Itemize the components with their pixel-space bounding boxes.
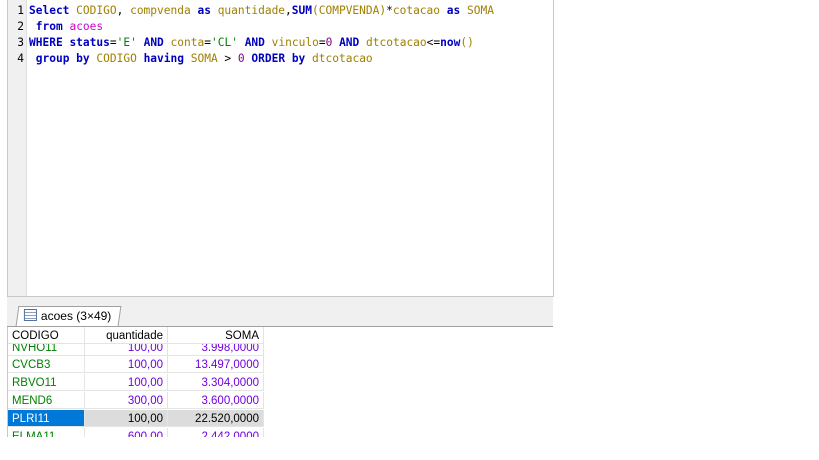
cell-quantidade[interactable]: 100,00 bbox=[85, 374, 168, 391]
cell-codigo[interactable]: MEND6 bbox=[8, 392, 85, 409]
code-text: Select CODIGO, compvenda as quantidade,S… bbox=[29, 3, 494, 19]
code-token: * bbox=[386, 4, 393, 17]
code-token: dtcotacao bbox=[366, 36, 427, 49]
result-tabbar: acoes (3×49) bbox=[7, 297, 553, 327]
code-token: AND bbox=[143, 36, 164, 49]
code-token: SOMA bbox=[190, 52, 218, 65]
code-token: 'E' bbox=[116, 36, 137, 49]
column-header-quantidade[interactable]: quantidade bbox=[85, 327, 168, 344]
code-token: , bbox=[285, 4, 292, 17]
code-token: AND bbox=[339, 36, 360, 49]
cell-soma[interactable]: 2.442,0000 bbox=[168, 428, 264, 437]
line-number: 4 bbox=[17, 52, 24, 65]
code-token: 'CL' bbox=[210, 36, 238, 49]
code-token: CODIGO bbox=[76, 4, 117, 17]
code-token: SUM bbox=[291, 4, 313, 17]
code-token: WHERE bbox=[29, 36, 63, 49]
code-token: now bbox=[440, 36, 461, 49]
line-number: 1 bbox=[17, 4, 24, 17]
code-token: ORDER by bbox=[251, 52, 306, 65]
sql-editor[interactable]: 1 Select CODIGO, compvenda as quantidade,… bbox=[7, 0, 554, 297]
code-token: status bbox=[69, 36, 110, 49]
cell-soma[interactable]: 13.497,0000 bbox=[168, 356, 264, 373]
code-token: = bbox=[318, 36, 326, 49]
code-token: , bbox=[116, 4, 131, 17]
table-icon bbox=[23, 309, 37, 321]
code-token: = bbox=[204, 36, 211, 49]
code-token: () bbox=[460, 36, 474, 49]
code-token: compvenda bbox=[130, 4, 191, 17]
code-token: dtcotacao bbox=[312, 52, 373, 65]
result-grid[interactable]: CODIGO quantidade SOMA NVHO11 100,00 3.998… bbox=[7, 327, 554, 437]
cell-quantidade[interactable]: 600,00 bbox=[85, 428, 168, 437]
code-token: cotacao bbox=[392, 4, 441, 17]
cell-codigo[interactable]: CVCB3 bbox=[8, 356, 85, 373]
cell-quantidade[interactable]: 100,00 bbox=[85, 356, 168, 373]
result-tab-label: acoes (3×49) bbox=[40, 309, 112, 323]
code-token: 0 bbox=[237, 52, 245, 65]
code-token: > bbox=[217, 52, 238, 65]
code-token: as bbox=[197, 4, 211, 17]
column-header-codigo[interactable]: CODIGO bbox=[8, 327, 85, 344]
cell-quantidade[interactable]: 300,00 bbox=[85, 392, 168, 409]
cell-quantidade[interactable]: 100,00 bbox=[85, 410, 168, 427]
code-token: (COMPVENDA) bbox=[312, 4, 387, 17]
line-number: 2 bbox=[17, 20, 24, 33]
code-token: from bbox=[35, 20, 63, 33]
code-text: WHERE status='E' AND conta='CL' AND vinc… bbox=[29, 35, 474, 51]
code-token: group by bbox=[35, 52, 90, 65]
cell-codigo[interactable]: RBVO11 bbox=[8, 374, 85, 391]
code-text: from acoes bbox=[29, 19, 103, 35]
cell-soma[interactable]: 3.304,0000 bbox=[168, 374, 264, 391]
code-token: conta bbox=[170, 36, 205, 49]
code-token: vinculo bbox=[271, 36, 319, 49]
column-header-soma[interactable]: SOMA bbox=[168, 327, 264, 344]
code-token: CODIGO bbox=[96, 52, 137, 65]
result-tab-acoes[interactable]: acoes (3×49) bbox=[15, 306, 122, 326]
code-text: group by CODIGO having SOMA > 0 ORDER by… bbox=[29, 51, 373, 67]
code-token: <= bbox=[426, 36, 441, 49]
cell-codigo[interactable]: ELMA11 bbox=[8, 428, 85, 437]
code-token: having bbox=[143, 52, 184, 65]
code-token: Select bbox=[29, 4, 70, 17]
code-token: acoes bbox=[69, 20, 104, 33]
code-token: AND bbox=[244, 36, 265, 49]
cell-soma[interactable]: 22.520,0000 bbox=[168, 410, 264, 427]
code-token: SOMA bbox=[467, 4, 494, 17]
line-number: 3 bbox=[17, 36, 24, 49]
code-token: = bbox=[109, 36, 117, 49]
code-token: as bbox=[446, 4, 461, 17]
code-token: quantidade bbox=[217, 4, 286, 17]
cell-codigo[interactable]: PLRI11 bbox=[8, 410, 85, 427]
cell-soma[interactable]: 3.600,0000 bbox=[168, 392, 264, 409]
